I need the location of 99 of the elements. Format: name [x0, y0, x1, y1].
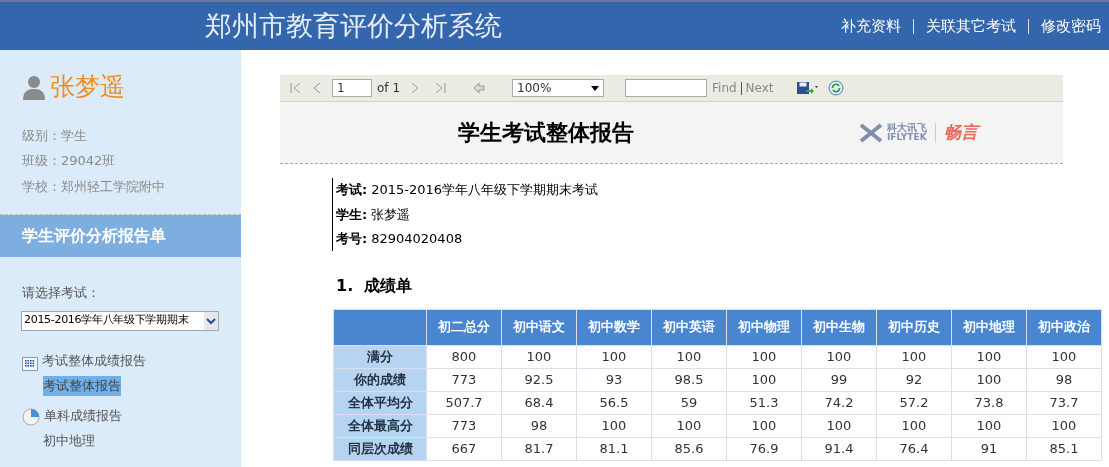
- table-cell: 100: [951, 368, 1027, 391]
- select-label: 请选择考试：: [21, 284, 101, 302]
- column-header: 初中语文: [501, 309, 577, 345]
- header-link[interactable]: 关联其它考试: [926, 14, 1016, 38]
- table-cell: 93: [576, 368, 652, 391]
- table-cell: 100: [501, 345, 577, 368]
- column-header: 初二总分: [426, 309, 502, 345]
- table-cell: 92.5: [501, 368, 577, 391]
- meta-label: 考试:: [336, 181, 368, 199]
- grid-icon: [22, 356, 38, 371]
- table-cell: 91.4: [801, 437, 877, 460]
- save-icon[interactable]: [795, 81, 818, 95]
- table-cell: 100: [576, 345, 652, 368]
- table-cell: 667: [426, 437, 502, 460]
- first-page-icon[interactable]: [288, 82, 302, 94]
- row-header: 同层次成绩: [333, 437, 427, 460]
- table-cell: 76.4: [876, 437, 952, 460]
- table-cell: 85.1: [1026, 437, 1102, 460]
- table-cell: 98: [501, 414, 577, 437]
- meta-value: 2015-2016学年八年级下学期期末考试: [371, 181, 599, 199]
- table-cell: 100: [801, 414, 877, 437]
- column-header: 初中物理: [726, 309, 802, 345]
- column-header: 初中政治: [1026, 309, 1102, 345]
- user-info: 班级：29042班: [22, 152, 117, 170]
- table-cell: 85.6: [651, 437, 727, 460]
- table-cell: 98.5: [651, 368, 727, 391]
- meta-value: 张梦遥: [371, 205, 411, 224]
- table-cell: 800: [426, 345, 502, 368]
- table-cell: 91: [951, 437, 1027, 460]
- column-header: 初中英语: [651, 309, 727, 345]
- menu-item[interactable]: 初中地理: [43, 431, 95, 451]
- last-page-icon[interactable]: [434, 82, 448, 94]
- back-arrow-icon[interactable]: [472, 82, 486, 94]
- table-cell: 76.9: [726, 437, 802, 460]
- table-cell: 98: [1026, 368, 1102, 391]
- zoom-select[interactable]: 100%: [512, 79, 604, 97]
- table-cell: 92: [876, 368, 952, 391]
- table-cell: 73.7: [1026, 391, 1102, 414]
- column-header: 初中生物: [801, 309, 877, 345]
- table-cell: 100: [726, 345, 802, 368]
- column-header: 初中地理: [951, 309, 1027, 345]
- table-cell: 100: [876, 414, 952, 437]
- menu-group[interactable]: 考试整体成绩报告: [42, 351, 146, 371]
- meta-label: 考号:: [336, 230, 368, 248]
- table-cell: 68.4: [501, 391, 577, 414]
- system-title: 郑州市教育评价分析系统: [205, 8, 502, 43]
- report-title: 学生考试整体报告: [458, 119, 634, 147]
- section-heading: 1. 成绩单: [336, 274, 414, 297]
- table-cell: 56.5: [576, 391, 652, 414]
- header-link[interactable]: 补充资料: [841, 14, 901, 38]
- dropdown-caret-icon: [591, 85, 599, 91]
- page-number-field[interactable]: 1: [332, 79, 372, 97]
- table-cell: 100: [576, 414, 652, 437]
- meta-label: 学生:: [336, 205, 368, 224]
- row-header: 全体最高分: [333, 414, 427, 437]
- row-header: 全体平均分: [333, 391, 427, 414]
- user-name: 张梦遥: [50, 71, 125, 103]
- table-cell: 100: [1026, 414, 1102, 437]
- logo-text: 科大讯飞: [887, 123, 927, 133]
- menu-item[interactable]: 考试整体报告: [43, 376, 121, 396]
- table-cell: 100: [951, 345, 1027, 368]
- user-info: 学校：郑州轻工学院附中: [22, 177, 166, 196]
- table-cell: 100: [876, 345, 952, 368]
- user-icon: [22, 73, 46, 100]
- table-cell: 74.2: [801, 391, 877, 414]
- table-cell: 57.2: [876, 391, 952, 414]
- exam-select[interactable]: 2015-2016学年八年级下学期期末: [21, 310, 219, 331]
- refresh-icon[interactable]: [827, 80, 844, 96]
- table-cell: 100: [726, 368, 802, 391]
- meta-value: 82904020408: [371, 230, 463, 248]
- table-cell: 100: [726, 414, 802, 437]
- table-cell: 81.1: [576, 437, 652, 460]
- table-cell: 100: [801, 345, 877, 368]
- table-cell: 81.7: [501, 437, 577, 460]
- column-header: 初中历史: [876, 309, 952, 345]
- table-cell: 773: [426, 368, 502, 391]
- column-header: 初中数学: [576, 309, 652, 345]
- pie-chart-icon: [22, 407, 40, 426]
- dropdown-caret-icon: [204, 311, 218, 330]
- logo-text: IFLYTEK: [887, 133, 927, 142]
- table-cell: 51.3: [726, 391, 802, 414]
- user-info: 级别：学生: [22, 126, 88, 145]
- table-cell: 507.7: [426, 391, 502, 414]
- find-field[interactable]: [625, 79, 707, 97]
- table-cell: 73.8: [951, 391, 1027, 414]
- table-cell: 59: [651, 391, 727, 414]
- menu-group[interactable]: 单科成绩报告: [44, 406, 122, 426]
- table-cell: 100: [651, 414, 727, 437]
- row-header: 你的成绩: [333, 368, 427, 391]
- table-cell: 99: [801, 368, 877, 391]
- section-header: 学生评价分析报告单: [0, 215, 241, 257]
- table-cell: 100: [651, 345, 727, 368]
- logo-mark-icon: [859, 122, 883, 143]
- table-cell: 100: [951, 414, 1027, 437]
- header-link[interactable]: 修改密码: [1041, 14, 1101, 38]
- table-cell: 773: [426, 414, 502, 437]
- table-cell: 100: [1026, 345, 1102, 368]
- page-count: of 1: [377, 80, 400, 97]
- row-header: 满分: [333, 345, 427, 368]
